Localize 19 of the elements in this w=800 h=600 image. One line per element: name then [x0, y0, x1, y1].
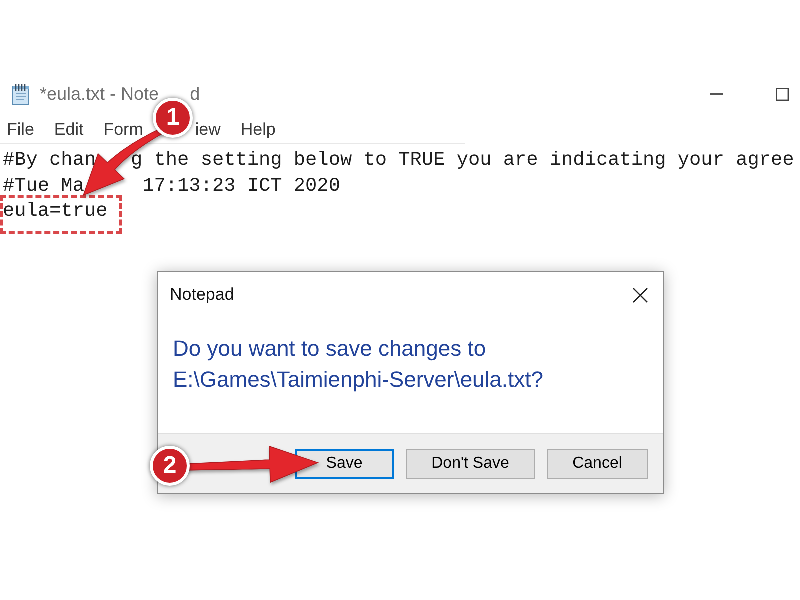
editor-text: eula=true: [3, 199, 108, 224]
editor-text: g the setting below to TRUE you are indicating your agree: [131, 149, 794, 171]
notepad-icon: [10, 83, 32, 105]
menu-item[interactable]: File: [7, 120, 34, 140]
close-icon[interactable]: [633, 288, 648, 302]
editor-text: 17:13:23 ICT 2020: [142, 175, 340, 197]
editor-text: #Tue Ma: [3, 175, 84, 197]
maximize-icon[interactable]: [776, 88, 789, 100]
editor-text: #By chan: [3, 149, 96, 171]
cancel-button[interactable]: Cancel: [547, 448, 648, 478]
menu-item[interactable]: Edit: [54, 120, 84, 140]
menu-item[interactable]: Help: [240, 120, 276, 140]
dont-save-button[interactable]: Don't Save: [406, 448, 535, 478]
dialog-title: Notepad: [170, 285, 234, 305]
window-title: d: [190, 85, 200, 103]
dialog-message: Do you want to save changes to E:\Games\Taimienphi-Server\eula.txt?: [173, 335, 544, 394]
save-button[interactable]: Save: [295, 448, 394, 478]
menu-item[interactable]: iew: [195, 120, 221, 140]
menu-item[interactable]: Form: [104, 120, 144, 140]
